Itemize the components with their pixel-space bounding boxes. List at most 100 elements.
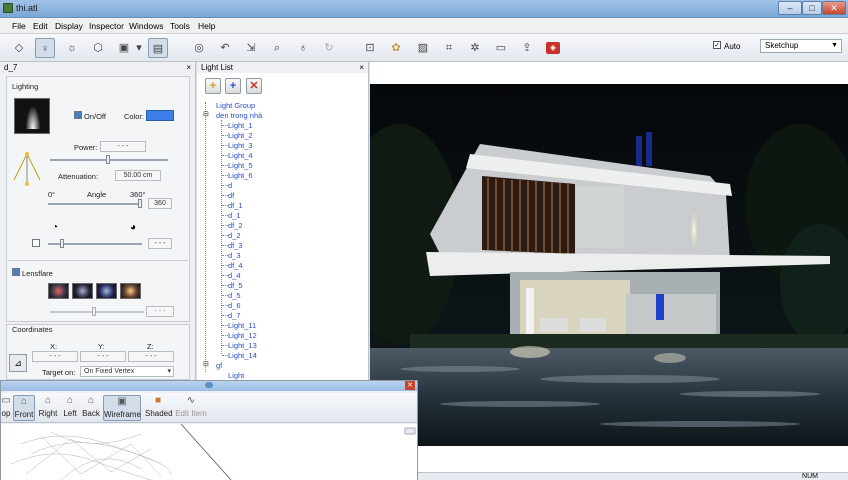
light-bulb-icon[interactable]: ♀ xyxy=(35,38,55,58)
falloff-field[interactable]: - - - xyxy=(148,238,172,249)
lensflare-preset-4[interactable] xyxy=(120,283,141,299)
viewport-left-button[interactable]: ⌂ Left xyxy=(61,395,79,421)
auto-checkbox[interactable]: ✓ xyxy=(713,41,721,49)
tree-item-light[interactable]: Light_5 xyxy=(228,161,253,170)
cube-icon[interactable]: ⬡ xyxy=(88,38,108,58)
attenuation-field[interactable]: 50.00 cm xyxy=(115,170,161,181)
tree-item-light[interactable]: Light_3 xyxy=(228,141,253,150)
tree-item-light[interactable]: Light_11 xyxy=(228,321,256,330)
tree-item-light[interactable]: df_4 xyxy=(228,261,243,270)
tree-item-light[interactable]: df_3 xyxy=(228,241,243,250)
window-icon[interactable]: ▭ xyxy=(491,38,511,58)
maximize-button[interactable]: □ xyxy=(802,1,822,15)
tree-item-light[interactable]: d xyxy=(228,181,232,190)
add-light-icon[interactable]: + xyxy=(225,78,241,94)
minimize-button[interactable]: – xyxy=(778,1,802,15)
on-off-checkbox[interactable] xyxy=(74,111,82,119)
power-field[interactable]: - - - xyxy=(100,141,146,152)
pick-target-button[interactable]: ⊿ xyxy=(9,354,27,372)
tree-item-partial[interactable]: Light xyxy=(228,371,244,380)
camera-icon[interactable]: ▣ xyxy=(114,38,134,58)
tree-item-den-trong-nha[interactable]: den trong nhà xyxy=(216,111,262,120)
menu-tools[interactable]: Tools xyxy=(170,21,190,31)
add-group-icon[interactable]: + xyxy=(205,78,221,94)
tree-item-light[interactable]: d_7 xyxy=(228,311,241,320)
viewport-right-button[interactable]: ⌂ Right xyxy=(37,395,59,421)
frame-icon[interactable]: ⊡ xyxy=(360,38,380,58)
tree-item-light[interactable]: d_3 xyxy=(228,251,241,260)
sun-icon[interactable]: ☼ xyxy=(62,38,82,58)
properties-close-button[interactable]: × xyxy=(186,62,191,73)
tree-item-light-group[interactable]: Light Group xyxy=(216,101,255,110)
bulb-icon[interactable]: ♁ xyxy=(293,38,313,58)
y-field[interactable]: - - - xyxy=(80,351,126,362)
export-icon[interactable]: ⇪ xyxy=(517,38,537,58)
viewport-front-button[interactable]: ⌂ Front xyxy=(13,395,35,421)
menu-edit[interactable]: Edit xyxy=(33,21,48,31)
tree-item-gf[interactable]: gf xyxy=(216,361,222,370)
lensflare-slider-thumb[interactable] xyxy=(92,307,96,316)
move-icon[interactable]: ⇲ xyxy=(241,38,261,58)
eraser-icon[interactable]: ◇ xyxy=(9,38,29,58)
color-swatch[interactable] xyxy=(146,110,174,121)
menu-display[interactable]: Display xyxy=(55,21,83,31)
viewport-edit-item-button[interactable]: ∿ Edit Item xyxy=(175,395,207,421)
tree-item-light[interactable]: d_5 xyxy=(228,291,241,300)
menu-help[interactable]: Help xyxy=(198,21,215,31)
refresh-icon[interactable]: ↻ xyxy=(319,38,339,58)
menu-windows[interactable]: Windows xyxy=(129,21,163,31)
image-icon[interactable]: ▨ xyxy=(413,38,433,58)
lensflare-slider[interactable] xyxy=(50,311,144,313)
preset-select[interactable]: Sketchup ▼ xyxy=(760,39,842,53)
viewport-canvas[interactable] xyxy=(1,424,417,480)
palette-icon[interactable]: ✿ xyxy=(386,38,406,58)
gear-icon[interactable]: ✲ xyxy=(465,38,485,58)
lensflare-preset-2[interactable] xyxy=(72,283,93,299)
z-field[interactable]: - - - xyxy=(128,351,174,362)
delete-light-icon[interactable]: ✕ xyxy=(246,78,262,94)
crop-icon[interactable]: ⌗ xyxy=(439,38,459,58)
render-image[interactable] xyxy=(370,84,848,446)
viewport-shaded-button[interactable]: ■ Shaded xyxy=(145,395,173,421)
falloff-checkbox[interactable] xyxy=(32,239,40,247)
target-select[interactable]: On Fixed Vertex ▾ xyxy=(80,366,174,377)
tree-item-light[interactable]: d_6 xyxy=(228,301,241,310)
x-field[interactable]: - - - xyxy=(32,351,78,362)
tree-item-light[interactable]: Light_6 xyxy=(228,171,253,180)
zoom-icon[interactable]: ⌕ xyxy=(267,38,287,58)
lensflare-checkbox[interactable] xyxy=(12,268,20,276)
render-view[interactable] xyxy=(370,62,848,472)
lensflare-field[interactable]: - - - xyxy=(146,306,174,317)
tree-item-light[interactable]: d_2 xyxy=(228,231,241,240)
lensflare-preset-1[interactable] xyxy=(48,283,69,299)
menu-inspector[interactable]: Inspector xyxy=(89,21,124,31)
undo-icon[interactable]: ↶ xyxy=(215,38,235,58)
close-button[interactable]: ✕ xyxy=(822,1,846,15)
tree-item-light[interactable]: Light_1 xyxy=(228,121,253,130)
page-icon[interactable]: ▤ xyxy=(148,38,168,58)
tree-item-light[interactable]: Light_12 xyxy=(228,331,257,340)
tree-item-light[interactable]: df_1 xyxy=(228,201,243,210)
angle-slider-thumb[interactable] xyxy=(138,199,142,208)
tree-item-light[interactable]: d_1 xyxy=(228,211,241,220)
tree-item-light[interactable]: Light_4 xyxy=(228,151,253,160)
tree-item-light[interactable]: d_4 xyxy=(228,271,241,280)
tree-item-light[interactable]: Light_2 xyxy=(228,131,253,140)
render-icon[interactable]: ◈ xyxy=(546,42,560,54)
viewport-back-button[interactable]: ⌂ Back xyxy=(81,395,101,421)
light-list-close-button[interactable]: × xyxy=(359,62,364,73)
angle-slider[interactable] xyxy=(48,203,142,205)
tree-item-light[interactable]: Light_13 xyxy=(228,341,257,350)
falloff-slider-thumb[interactable] xyxy=(60,239,64,248)
tree-item-light[interactable]: df_5 xyxy=(228,281,243,290)
menu-file[interactable]: File xyxy=(12,21,26,31)
globe-icon[interactable]: ◎ xyxy=(189,38,209,58)
scrollbar-thumb[interactable] xyxy=(404,427,416,435)
lensflare-preset-3[interactable] xyxy=(96,283,117,299)
collapse-icon[interactable]: ⊟ xyxy=(203,110,209,118)
viewport-wireframe-button[interactable]: ▣ Wireframe xyxy=(103,395,141,421)
dropdown-arrow-icon[interactable]: ▾ xyxy=(134,38,144,58)
expand-icon[interactable]: ⊟ xyxy=(203,360,209,368)
tree-item-light[interactable]: df xyxy=(228,191,234,200)
viewport-top-button[interactable]: ▭ op xyxy=(1,395,11,421)
